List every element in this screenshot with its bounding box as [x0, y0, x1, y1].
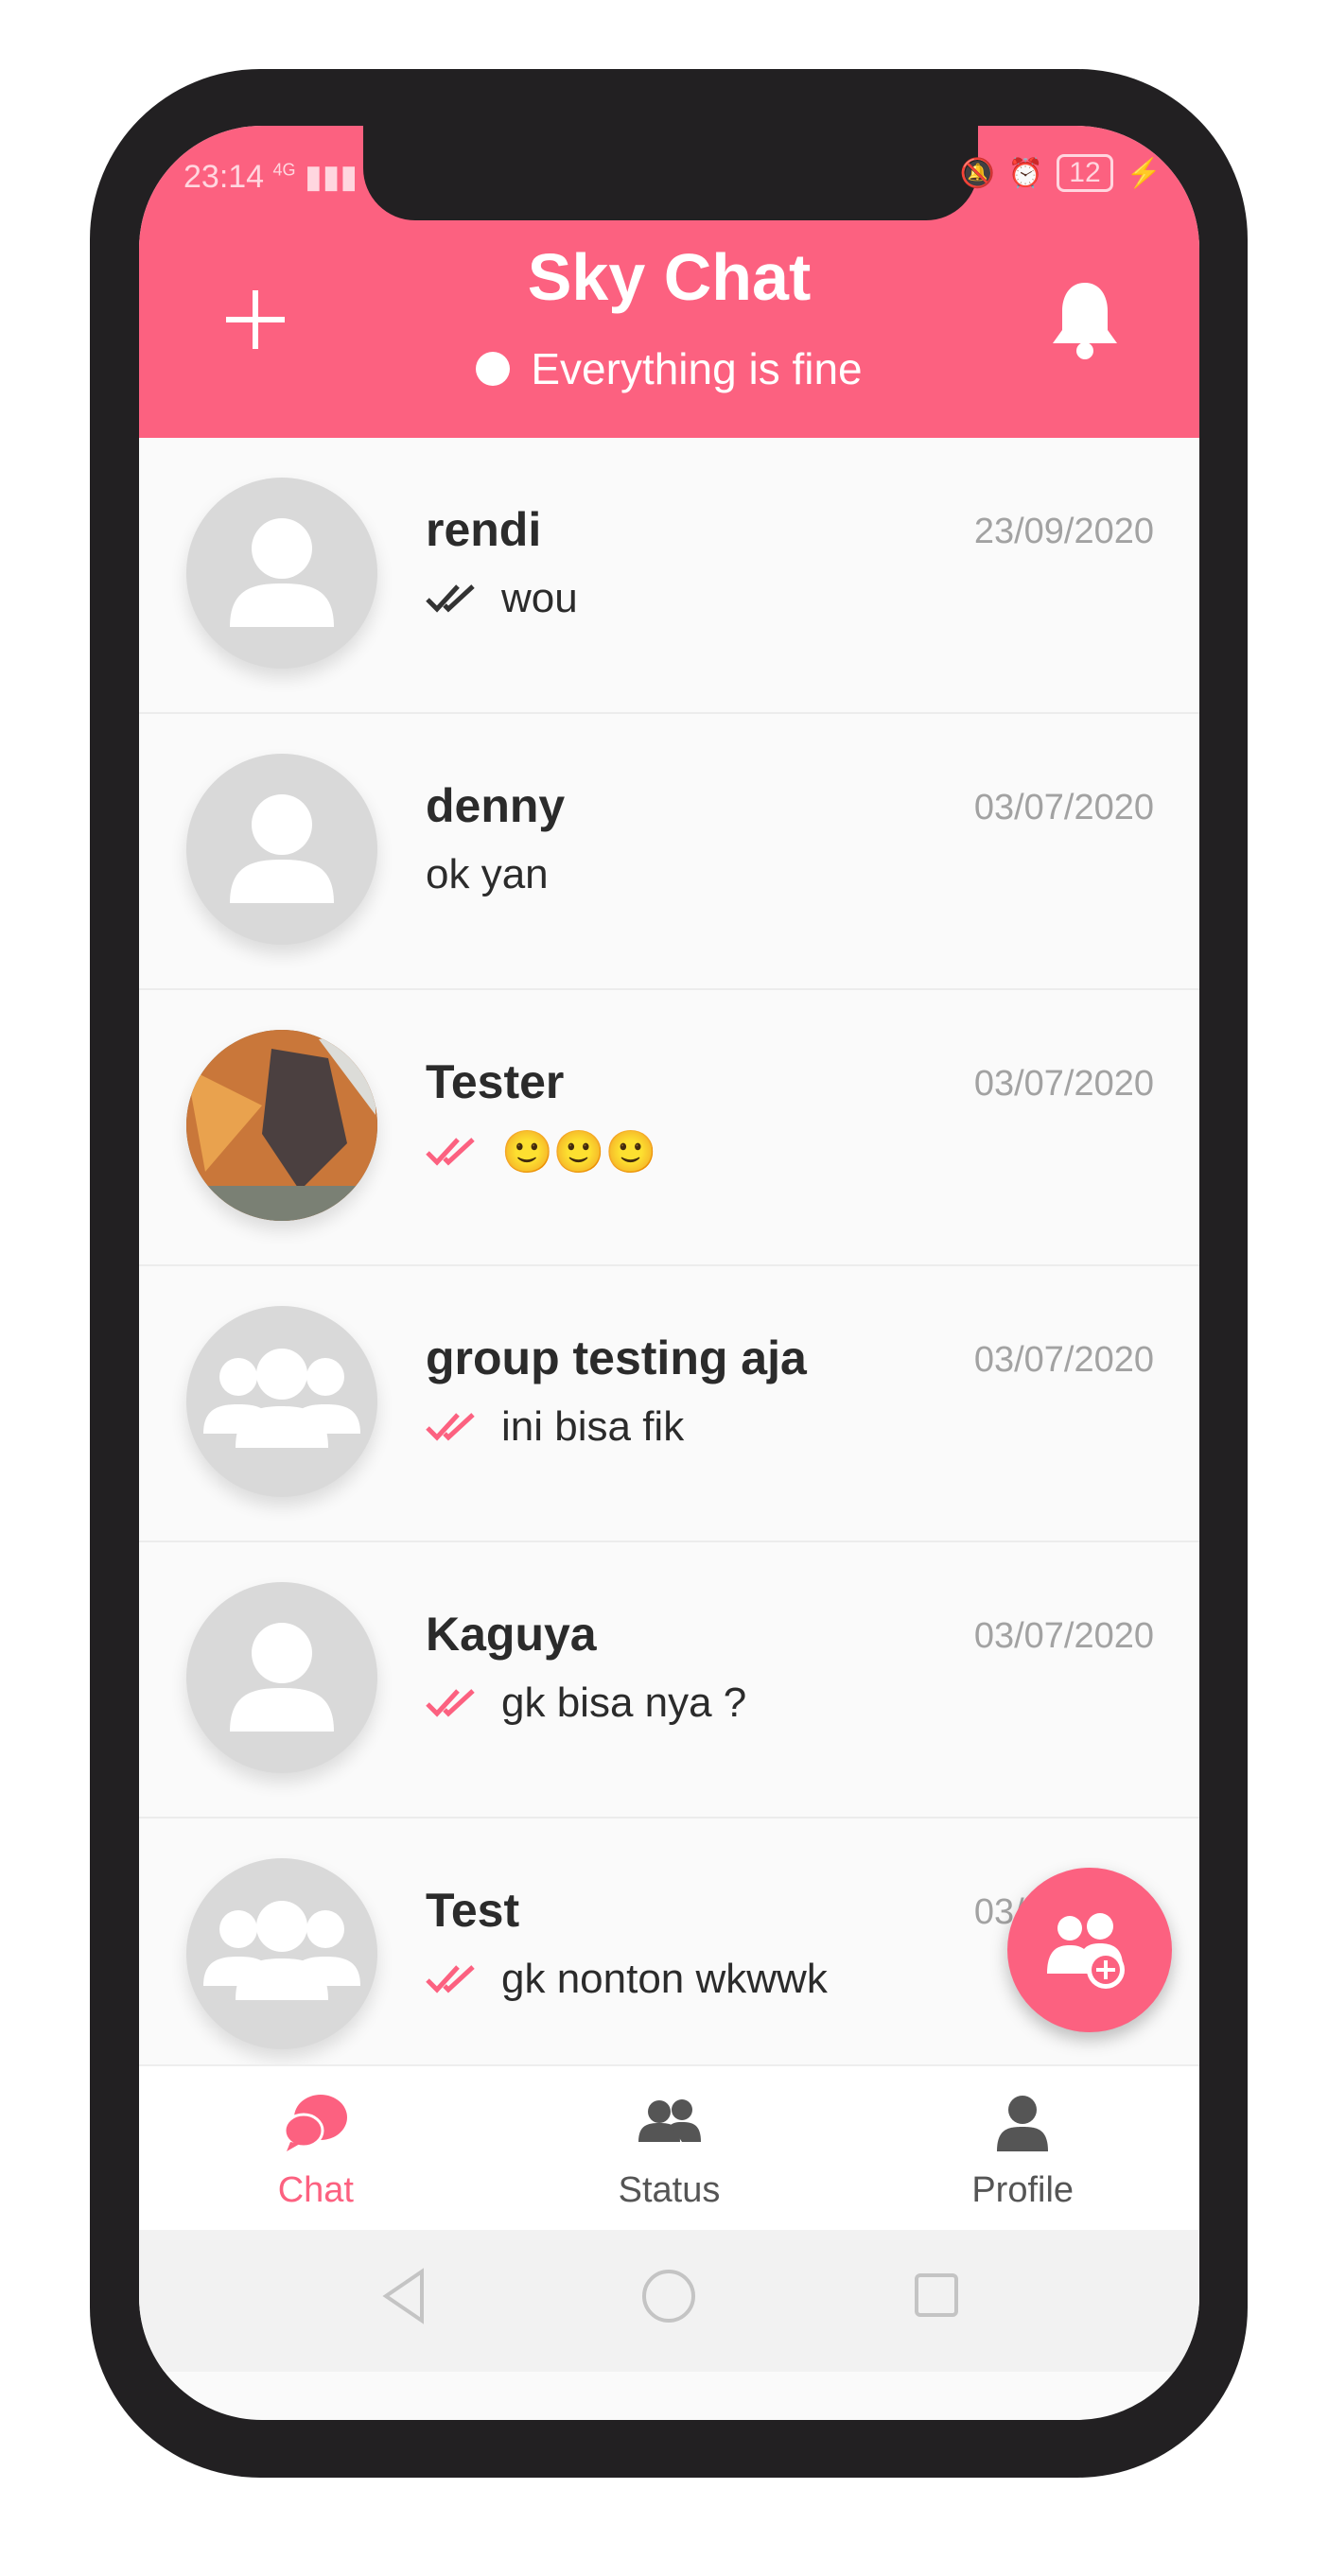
- chat-list: rendi 23/09/2020 wou denny 03/07/2020 ok…: [139, 438, 1199, 2064]
- status-text: Everything is fine: [531, 344, 863, 393]
- double-check-icon: [426, 1965, 475, 1993]
- double-check-icon: [426, 1413, 475, 1441]
- tab-chat[interactable]: Chat: [139, 2066, 493, 2232]
- person-icon: [997, 2096, 1049, 2151]
- chat-preview: gk bisa nya ?: [426, 1680, 746, 1727]
- chat-name: Tester: [426, 1055, 565, 1108]
- chat-preview: ini bisa fik: [426, 1403, 684, 1451]
- chat-item-rendi[interactable]: rendi 23/09/2020 wou: [139, 438, 1199, 714]
- person-icon: [186, 754, 377, 945]
- status-time: 23:14 4G ▮▮▮: [183, 158, 358, 196]
- chat-message: gk bisa nya ?: [501, 1680, 747, 1726]
- status-subtitle: Everything is fine: [139, 343, 1199, 394]
- chat-preview: wou: [426, 575, 578, 622]
- avatar-photo: [186, 1030, 377, 1221]
- app-title: Sky Chat: [527, 240, 812, 314]
- alarm-icon: ⏰: [1007, 157, 1044, 189]
- online-dot-icon: [476, 352, 511, 386]
- chat-message: wou: [501, 575, 578, 621]
- chat-item-tester[interactable]: Tester 03/07/2020 🙂🙂🙂: [139, 990, 1199, 1266]
- mute-icon: 🔕: [959, 157, 995, 189]
- add-group-icon: [1047, 1913, 1125, 1989]
- bell-icon[interactable]: [1047, 277, 1123, 362]
- signal-icon: ▮▮▮: [305, 159, 358, 195]
- clock: 23:14: [183, 159, 265, 195]
- chat-date: 03/07/2020: [973, 788, 1154, 827]
- person-icon: [186, 1582, 377, 1773]
- chat-date: 03/07/2020: [973, 1616, 1154, 1656]
- chat-name: rendi: [426, 503, 542, 556]
- chat-message: ok yan: [426, 851, 549, 897]
- tab-status-label: Status: [618, 2170, 721, 2210]
- tab-profile[interactable]: Profile: [846, 2066, 1199, 2232]
- chat-name: Test: [426, 1884, 520, 1937]
- bottom-nav: Chat Status Profile: [139, 2064, 1199, 2232]
- system-nav-bar: [139, 2230, 1199, 2372]
- new-group-button[interactable]: [1007, 1868, 1172, 2032]
- status-icons: 🔕 ⏰ 12 ⚡: [960, 154, 1162, 192]
- tab-profile-label: Profile: [971, 2170, 1075, 2210]
- battery-indicator: 12: [1057, 154, 1113, 192]
- chat-preview: ok yan: [426, 851, 549, 898]
- double-check-icon: [426, 584, 475, 613]
- phone-screen: 23:14 4G ▮▮▮ 🔕 ⏰ 12 ⚡ Sky Chat Everythin…: [139, 126, 1199, 2420]
- home-icon[interactable]: [640, 2268, 697, 2324]
- network-type: 4G: [272, 160, 296, 180]
- chat-message: ini bisa fik: [501, 1403, 685, 1450]
- camera-notch: [363, 126, 978, 220]
- people-icon: [638, 2099, 701, 2142]
- recents-icon[interactable]: [913, 2268, 960, 2324]
- chat-date: 23/09/2020: [973, 512, 1154, 551]
- chat-name: denny: [426, 779, 566, 832]
- chat-message: 🙂🙂🙂: [501, 1129, 657, 1175]
- person-icon: [186, 478, 377, 669]
- chat-date: 03/07/2020: [973, 1340, 1154, 1380]
- chat-name: Kaguya: [426, 1608, 597, 1661]
- double-check-icon: [426, 1689, 475, 1717]
- chat-date: 03/07/2020: [973, 1064, 1154, 1104]
- chat-item-group-testing-aja[interactable]: group testing aja 03/07/2020 ini bisa fi…: [139, 1266, 1199, 1542]
- charging-icon: ⚡: [1126, 157, 1162, 189]
- chat-preview: 🙂🙂🙂: [426, 1127, 656, 1176]
- app-header: 23:14 4G ▮▮▮ 🔕 ⏰ 12 ⚡ Sky Chat Everythin…: [139, 126, 1199, 438]
- chat-message: gk nonton wkwwk: [501, 1956, 828, 2002]
- back-icon[interactable]: [380, 2268, 428, 2324]
- group-icon: [186, 1858, 377, 2049]
- chat-name: group testing aja: [426, 1332, 807, 1384]
- tab-chat-label: Chat: [277, 2170, 354, 2210]
- chat-bubbles-icon: [283, 2095, 347, 2151]
- chat-item-kaguya[interactable]: Kaguya 03/07/2020 gk bisa nya ?: [139, 1542, 1199, 1819]
- tab-status[interactable]: Status: [493, 2066, 847, 2232]
- chat-preview: gk nonton wkwwk: [426, 1956, 828, 2003]
- double-check-icon: [426, 1138, 475, 1166]
- chat-item-denny[interactable]: denny 03/07/2020 ok yan: [139, 714, 1199, 990]
- group-icon: [186, 1306, 377, 1497]
